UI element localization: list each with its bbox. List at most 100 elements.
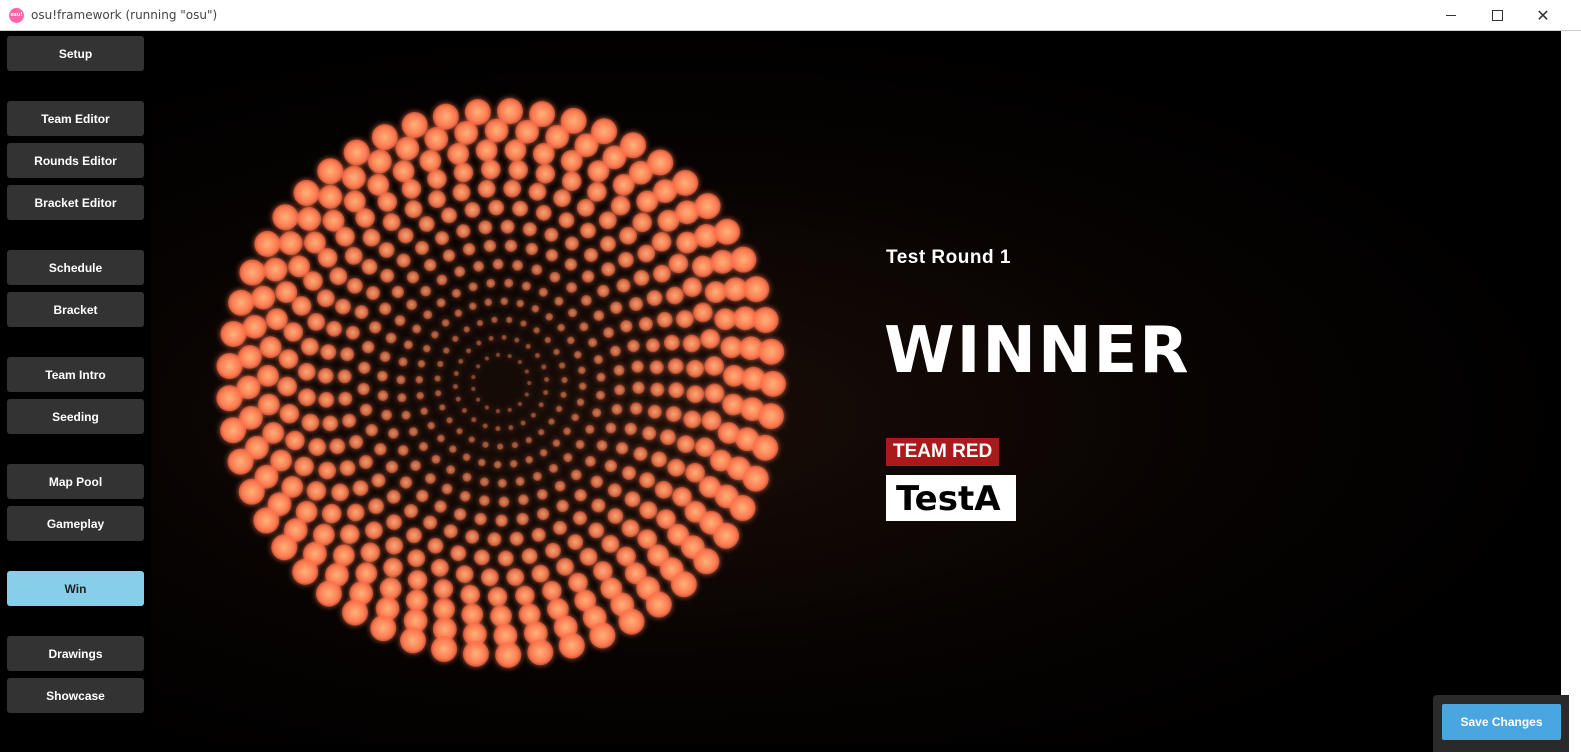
background-dot xyxy=(381,409,392,421)
background-dot xyxy=(682,334,701,353)
sidebar-item-bracket-editor[interactable]: Bracket Editor xyxy=(7,185,144,220)
sidebar-item-bracket[interactable]: Bracket xyxy=(7,292,144,327)
background-dot xyxy=(695,437,715,458)
background-dot xyxy=(454,309,463,318)
background-dot xyxy=(576,398,585,407)
background-dot xyxy=(349,435,364,449)
background-dot xyxy=(508,424,514,431)
background-dot xyxy=(442,249,456,262)
round-name: Test Round 1 xyxy=(886,247,1011,268)
background-dot xyxy=(553,520,567,535)
winning-team-name: TestA xyxy=(886,475,1016,521)
background-dot xyxy=(588,522,605,539)
sidebar-item-seeding[interactable]: Seeding xyxy=(7,399,144,434)
background-dot xyxy=(601,535,620,553)
sidebar-item-gameplay[interactable]: Gameplay xyxy=(7,506,144,541)
background-dot xyxy=(459,490,471,502)
sidebar-item-rounds-editor[interactable]: Rounds Editor xyxy=(7,143,144,178)
background-dot xyxy=(456,224,471,239)
background-dot xyxy=(694,224,719,248)
save-button-label: Save Changes xyxy=(1460,715,1543,729)
background-dot xyxy=(548,418,555,425)
background-dot xyxy=(278,349,299,369)
background-dot xyxy=(587,182,607,202)
background-dot xyxy=(294,456,314,477)
background-dot xyxy=(506,568,525,586)
sidebar-item-schedule[interactable]: Schedule xyxy=(7,250,144,285)
background-dot xyxy=(379,302,392,315)
sidebar-item-map-pool[interactable]: Map Pool xyxy=(7,464,144,499)
background-dot xyxy=(415,240,429,255)
background-dot xyxy=(557,323,565,332)
background-dot xyxy=(307,313,326,331)
background-dot xyxy=(520,320,527,327)
background-dot xyxy=(455,565,474,584)
sidebar-item-team-editor[interactable]: Team Editor xyxy=(7,101,144,136)
background-dot xyxy=(561,376,568,384)
background-dot xyxy=(633,446,648,461)
background-dot xyxy=(497,98,523,125)
background-dot xyxy=(528,182,547,201)
background-dot xyxy=(668,382,685,399)
background-dot xyxy=(379,351,391,363)
sidebar-item-win[interactable]: Win xyxy=(7,571,144,606)
background-dot xyxy=(320,344,337,360)
sidebar-item-label: Setup xyxy=(58,46,93,61)
background-dot xyxy=(343,139,370,166)
background-dot xyxy=(318,461,337,480)
background-dot xyxy=(618,251,634,268)
background-dot xyxy=(575,439,585,450)
background-dot xyxy=(374,443,387,456)
background-dot xyxy=(410,460,421,471)
background-dot xyxy=(530,412,537,418)
background-dot xyxy=(408,427,418,437)
sidebar-item-drawings[interactable]: Drawings xyxy=(7,636,144,671)
background-dot xyxy=(377,370,388,382)
background-dot xyxy=(468,282,478,292)
background-dot xyxy=(436,298,446,308)
background-dot xyxy=(482,423,488,429)
background-dot xyxy=(531,264,543,276)
background-dot xyxy=(254,230,281,257)
background-dot xyxy=(412,324,422,334)
background-dot xyxy=(618,608,645,635)
background-dot xyxy=(693,302,713,323)
background-dot xyxy=(354,305,369,320)
background-dot xyxy=(396,253,411,268)
background-dot xyxy=(344,247,363,265)
background-dot xyxy=(683,410,702,429)
background-dot xyxy=(446,465,456,475)
background-dot xyxy=(525,343,531,349)
background-dot xyxy=(482,441,489,449)
background-dot xyxy=(418,441,429,452)
background-dot xyxy=(515,476,525,486)
background-dot xyxy=(480,568,499,587)
background-dot xyxy=(543,389,549,396)
background-dot xyxy=(520,420,526,426)
sidebar-item-setup[interactable]: Setup xyxy=(7,36,144,71)
background-dot xyxy=(304,231,326,254)
background-dot xyxy=(333,544,355,567)
background-dot xyxy=(391,285,405,299)
sidebar-item-showcase[interactable]: Showcase xyxy=(7,678,144,713)
maximize-button[interactable] xyxy=(1474,0,1520,31)
background-dot xyxy=(355,562,378,585)
background-dot xyxy=(503,179,522,198)
minimize-button[interactable] xyxy=(1428,0,1474,31)
sidebar-item-team-intro[interactable]: Team Intro xyxy=(7,357,144,392)
background-dot xyxy=(639,472,655,489)
background-dot xyxy=(517,401,523,407)
close-button[interactable]: ✕ xyxy=(1520,0,1566,31)
background-dot xyxy=(653,264,671,283)
background-dot xyxy=(359,403,373,416)
background-dot xyxy=(760,370,786,397)
background-dot xyxy=(522,222,537,237)
background-dot xyxy=(329,267,348,286)
background-dot xyxy=(423,515,438,530)
background-dot xyxy=(752,307,779,333)
background-dot xyxy=(701,410,722,431)
background-dot xyxy=(505,316,513,324)
background-dot xyxy=(317,158,344,185)
background-dot xyxy=(416,489,429,503)
save-changes-button[interactable]: Save Changes xyxy=(1442,704,1561,740)
